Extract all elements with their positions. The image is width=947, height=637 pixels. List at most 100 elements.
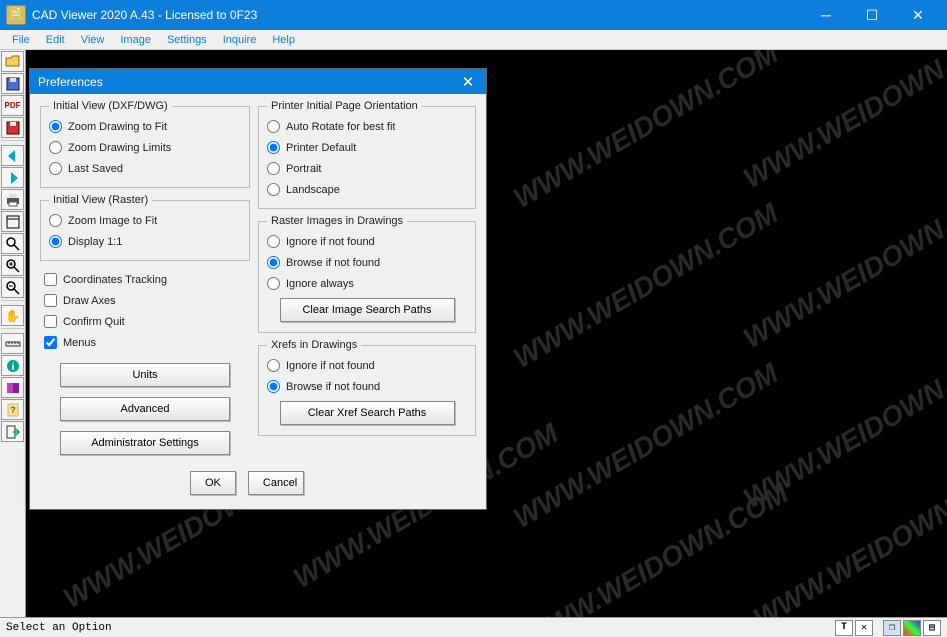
radio-auto-rotate[interactable]	[267, 120, 280, 133]
watermark: WWW.WEIDOWN.COM	[518, 477, 793, 617]
watermark: WWW.WEIDOWN.COM	[508, 50, 783, 215]
units-button[interactable]: Units	[60, 363, 230, 387]
info-icon[interactable]: i	[1, 355, 24, 376]
menu-inquire[interactable]: Inquire	[215, 32, 265, 48]
radio-zoom-limits[interactable]	[49, 141, 62, 154]
save-icon[interactable]	[1, 73, 24, 94]
label-portrait[interactable]: Portrait	[286, 163, 321, 175]
advanced-button[interactable]: Advanced	[60, 397, 230, 421]
radio-browse-not-found[interactable]	[267, 256, 280, 269]
menu-view[interactable]: View	[73, 32, 113, 48]
pdf-icon[interactable]: PDF	[1, 95, 24, 116]
svg-text:i: i	[11, 362, 14, 373]
label-auto-rotate[interactable]: Auto Rotate for best fit	[286, 121, 395, 133]
label-ignore-always[interactable]: Ignore always	[286, 278, 354, 290]
check-confirm-quit[interactable]	[44, 315, 57, 328]
initial-view-raster-legend: Initial View (Raster)	[49, 194, 152, 206]
zoom-in-icon[interactable]	[1, 255, 24, 276]
label-confirm-quit[interactable]: Confirm Quit	[63, 316, 125, 328]
menu-edit[interactable]: Edit	[38, 32, 73, 48]
status-text-tool-icon[interactable]: T	[835, 620, 853, 636]
clear-xref-paths-button[interactable]: Clear Xref Search Paths	[280, 401, 455, 425]
admin-settings-button[interactable]: Administrator Settings	[60, 431, 230, 455]
open-icon[interactable]	[1, 51, 24, 72]
status-color-icon[interactable]	[903, 620, 921, 636]
radio-xref-ignore[interactable]	[267, 359, 280, 372]
label-coord-tracking[interactable]: Coordinates Tracking	[63, 274, 167, 286]
menu-file[interactable]: File	[4, 32, 38, 48]
watermark: WWW.WEIDOWN.COM	[748, 457, 947, 617]
label-draw-axes[interactable]: Draw Axes	[63, 295, 116, 307]
printer-orientation-legend: Printer Initial Page Orientation	[267, 100, 422, 112]
zoom-icon[interactable]	[1, 233, 24, 254]
ruler-icon[interactable]	[1, 333, 24, 354]
close-button[interactable]: ✕	[895, 0, 941, 30]
label-display-11[interactable]: Display 1:1	[68, 236, 122, 248]
watermark: WWW.WEIDOWN.COM	[508, 197, 783, 375]
status-close-icon[interactable]: ✕	[855, 620, 873, 636]
menu-help[interactable]: Help	[264, 32, 303, 48]
raster-images-legend: Raster Images in Drawings	[267, 215, 407, 227]
menu-settings[interactable]: Settings	[159, 32, 215, 48]
dialog-titlebar[interactable]: Preferences ✕	[30, 69, 486, 94]
menu-bar: File Edit View Image Settings Inquire He…	[0, 30, 947, 50]
radio-display-11[interactable]	[49, 235, 62, 248]
radio-xref-browse[interactable]	[267, 380, 280, 393]
xrefs-group: Xrefs in Drawings Ignore if not found Br…	[258, 339, 476, 436]
zoom-out-icon[interactable]	[1, 277, 24, 298]
print-icon[interactable]	[1, 189, 24, 210]
label-landscape[interactable]: Landscape	[286, 184, 340, 196]
label-printer-default[interactable]: Printer Default	[286, 142, 356, 154]
radio-ignore-not-found[interactable]	[267, 235, 280, 248]
window-icon[interactable]	[1, 211, 24, 232]
help-icon[interactable]: ?	[1, 399, 24, 420]
radio-landscape[interactable]	[267, 183, 280, 196]
window-titlebar: 🗎 CAD Viewer 2020 A.43 - Licensed to 0F2…	[0, 0, 947, 30]
initial-view-dxf-group: Initial View (DXF/DWG) Zoom Drawing to F…	[40, 100, 250, 188]
arrow-right-icon[interactable]	[1, 167, 24, 188]
radio-ignore-always[interactable]	[267, 277, 280, 290]
arrow-left-icon[interactable]	[1, 145, 24, 166]
hand-icon[interactable]: ✋	[1, 305, 24, 326]
radio-zoom-image-fit[interactable]	[49, 214, 62, 227]
watermark: WWW.WEIDOWN.COM	[738, 337, 947, 515]
save2-icon[interactable]	[1, 117, 24, 138]
watermark: WWW.WEIDOWN.COM	[738, 177, 947, 355]
clear-image-paths-button[interactable]: Clear Image Search Paths	[280, 298, 455, 322]
status-bar: Select an Option T ✕ ❐ ▤	[0, 617, 947, 637]
initial-view-dxf-legend: Initial View (DXF/DWG)	[49, 100, 172, 112]
status-page-icon[interactable]: ▤	[923, 620, 941, 636]
app-icon: 🗎	[6, 5, 26, 25]
dialog-title: Preferences	[38, 75, 458, 89]
check-draw-axes[interactable]	[44, 294, 57, 307]
label-zoom-fit[interactable]: Zoom Drawing to Fit	[68, 121, 167, 133]
label-menus[interactable]: Menus	[63, 337, 96, 349]
watermark: WWW.WEIDOWN.COM	[738, 50, 947, 195]
dialog-close-icon[interactable]: ✕	[458, 72, 478, 92]
label-xref-browse[interactable]: Browse if not found	[286, 381, 380, 393]
book-icon[interactable]	[1, 377, 24, 398]
svg-text:?: ?	[10, 405, 16, 415]
radio-zoom-fit[interactable]	[49, 120, 62, 133]
label-zoom-limits[interactable]: Zoom Drawing Limits	[68, 142, 171, 154]
status-window-icon[interactable]: ❐	[883, 620, 901, 636]
radio-portrait[interactable]	[267, 162, 280, 175]
minimize-button[interactable]: ─	[803, 0, 849, 30]
label-last-saved[interactable]: Last Saved	[68, 163, 123, 175]
preferences-dialog: Preferences ✕ Initial View (DXF/DWG) Zoo…	[29, 68, 487, 510]
check-menus[interactable]	[44, 336, 57, 349]
check-coord-tracking[interactable]	[44, 273, 57, 286]
label-zoom-image-fit[interactable]: Zoom Image to Fit	[68, 215, 157, 227]
window-title: CAD Viewer 2020 A.43 - Licensed to 0F23	[32, 8, 803, 22]
ok-button[interactable]: OK	[190, 471, 236, 495]
label-browse-not-found[interactable]: Browse if not found	[286, 257, 380, 269]
label-xref-ignore[interactable]: Ignore if not found	[286, 360, 375, 372]
exit-icon[interactable]	[1, 421, 24, 442]
xrefs-legend: Xrefs in Drawings	[267, 339, 361, 351]
menu-image[interactable]: Image	[112, 32, 159, 48]
radio-last-saved[interactable]	[49, 162, 62, 175]
radio-printer-default[interactable]	[267, 141, 280, 154]
label-ignore-not-found[interactable]: Ignore if not found	[286, 236, 375, 248]
status-text: Select an Option	[6, 622, 835, 634]
maximize-button[interactable]: ☐	[849, 0, 895, 30]
